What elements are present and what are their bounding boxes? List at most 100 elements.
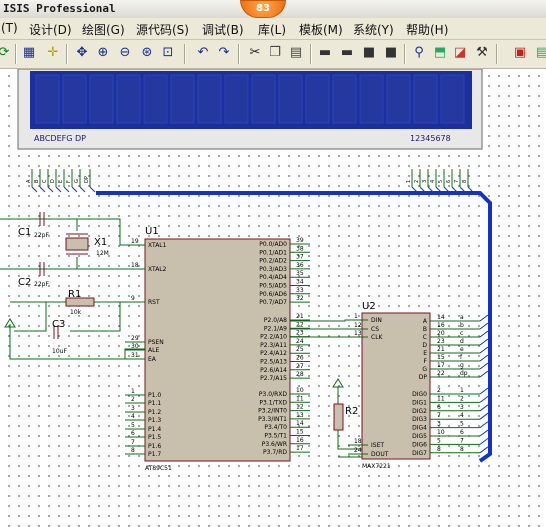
package-tool-icon[interactable]: ◪ <box>451 44 469 62</box>
pin-number: 7 <box>131 439 135 446</box>
pin-name: CS <box>371 326 379 333</box>
bus-tap <box>479 421 489 429</box>
pin-name: DIG3 <box>412 416 427 423</box>
lcd-pin-label: F <box>66 180 72 183</box>
pin-number: 1 <box>354 313 358 320</box>
block-move-icon[interactable]: ▬ <box>338 44 356 62</box>
menu-system[interactable]: 系统(Y) <box>353 21 394 38</box>
pin-number: 24 <box>354 447 362 454</box>
pin-number: 23 <box>296 330 304 337</box>
bus-tap <box>79 186 86 193</box>
undo-icon[interactable]: ↶ <box>194 44 212 62</box>
pin-name: P1.0 <box>148 392 161 399</box>
menu-library[interactable]: 库(L) <box>258 21 286 38</box>
pin-number: 34 <box>296 279 304 286</box>
lcd-cell <box>440 74 465 124</box>
u1-part: AT89C51 <box>145 465 172 472</box>
grid-icon[interactable]: ▦ <box>20 44 38 62</box>
r2-body <box>333 403 344 431</box>
pan-icon[interactable]: ✥ <box>73 44 91 62</box>
bus-tap <box>89 186 96 193</box>
zoom-area-icon[interactable]: ⊡ <box>159 44 177 62</box>
block-delete-icon[interactable]: ■ <box>382 44 400 62</box>
bus-tap <box>479 387 489 395</box>
pin-number: 5 <box>437 437 441 444</box>
copy-icon[interactable]: ❐ <box>266 44 284 62</box>
bus-tap <box>39 186 46 193</box>
net-label: 5 <box>460 421 464 428</box>
net-label: 2 <box>460 395 464 402</box>
window-title: ISIS Professional <box>3 2 116 15</box>
net-label: 8 <box>460 446 464 453</box>
pin-number: 27 <box>296 363 304 370</box>
r1-ref: R1 <box>68 289 81 300</box>
pin-name: EA <box>148 356 157 363</box>
pin-number: 19 <box>131 238 139 245</box>
u2-part: MAX7221 <box>362 463 391 470</box>
pin-name: P3.3/INT1 <box>258 416 287 423</box>
refresh-icon[interactable]: ⟳ <box>0 44 13 62</box>
pin-number: 16 <box>296 437 304 444</box>
decompose-icon[interactable]: ⚒ <box>473 44 491 62</box>
paste-icon[interactable]: ▤ <box>287 44 305 62</box>
menu-help[interactable]: 帮助(H) <box>406 21 448 38</box>
menu-design[interactable]: 设计(D) <box>29 21 72 38</box>
pin-name: DOUT <box>371 451 389 458</box>
net-label: dp <box>460 370 468 377</box>
lcd-pin-label: 2 <box>414 180 420 183</box>
pin-name: P3.2/INT0 <box>258 408 287 415</box>
net-label: d <box>460 338 464 345</box>
zoom-out-icon[interactable]: ⊖ <box>116 44 134 62</box>
pin-name: DIG5 <box>412 433 427 440</box>
pin-number: 6 <box>437 404 441 411</box>
x1-ref: X1 <box>94 237 107 248</box>
pin-name: D <box>422 342 427 349</box>
net-label: 4 <box>460 412 464 419</box>
pin-name: P1.7 <box>148 451 161 458</box>
pin-number: 22 <box>296 321 304 328</box>
redo-icon[interactable]: ↷ <box>215 44 233 62</box>
net-label: 6 <box>460 429 464 436</box>
bus-tap <box>479 314 489 322</box>
u2-ref: U2 <box>362 301 376 312</box>
pin-number: 8 <box>437 446 441 453</box>
zoom-all-icon[interactable]: ⊛ <box>138 44 156 62</box>
pin-number: 1 <box>131 388 135 395</box>
pin-name: P3.6/WR <box>262 441 287 448</box>
menu-source[interactable]: 源代码(S) <box>136 21 189 38</box>
pin-number: 29 <box>131 335 139 342</box>
pin-name: ALE <box>148 347 159 354</box>
origin-icon[interactable]: ✛ <box>44 44 62 62</box>
pin-number: 24 <box>296 338 304 345</box>
design-explorer-icon[interactable]: ▣ <box>511 44 529 62</box>
pin-number: 20 <box>437 330 445 337</box>
pin-name: P1.3 <box>148 417 161 424</box>
net-label: a <box>460 314 464 321</box>
pin-name: P2.5/A13 <box>260 359 287 366</box>
c3-value: 10uF <box>52 348 67 355</box>
menu-template[interactable]: 模板(M) <box>299 21 343 38</box>
menu-graph[interactable]: 绘图(G) <box>82 21 125 38</box>
pin-number: 25 <box>296 346 304 353</box>
pin-name: P3.1/TXD <box>259 399 287 406</box>
make-device-icon[interactable]: ⬒ <box>431 44 449 62</box>
pin-name: G <box>422 366 427 373</box>
menu-tools[interactable]: (T) <box>1 21 18 35</box>
lcd-pin-label: 1 <box>406 180 412 183</box>
block-copy-icon[interactable]: ▬ <box>316 44 334 62</box>
menu-debug[interactable]: 调试(B) <box>202 21 244 38</box>
bus-tap <box>479 330 489 338</box>
pin-number: 22 <box>437 370 445 377</box>
u1-ref: U1 <box>145 226 159 237</box>
pick-device-icon[interactable]: ⚲ <box>410 44 428 62</box>
cut-icon[interactable]: ✂ <box>246 44 264 62</box>
pin-number: 17 <box>296 445 304 452</box>
new-sheet-icon[interactable]: ▤ <box>533 44 546 62</box>
c2-value: 22pF <box>34 281 49 288</box>
toolbar: ⟳ ▦ ✛ ✥ ⊕ ⊖ ⊛ ⊡ ↶ ↷ ✂ ❐ ▤ ▬ ▬ ■ ■ ⚲ ⬒ ◪ … <box>0 40 546 69</box>
pin-number: 10 <box>296 387 304 394</box>
pin-name: P0.5/AD5 <box>259 283 287 290</box>
zoom-in-icon[interactable]: ⊕ <box>94 44 112 62</box>
block-rotate-icon[interactable]: ■ <box>360 44 378 62</box>
pin-name: P1.1 <box>148 400 161 407</box>
